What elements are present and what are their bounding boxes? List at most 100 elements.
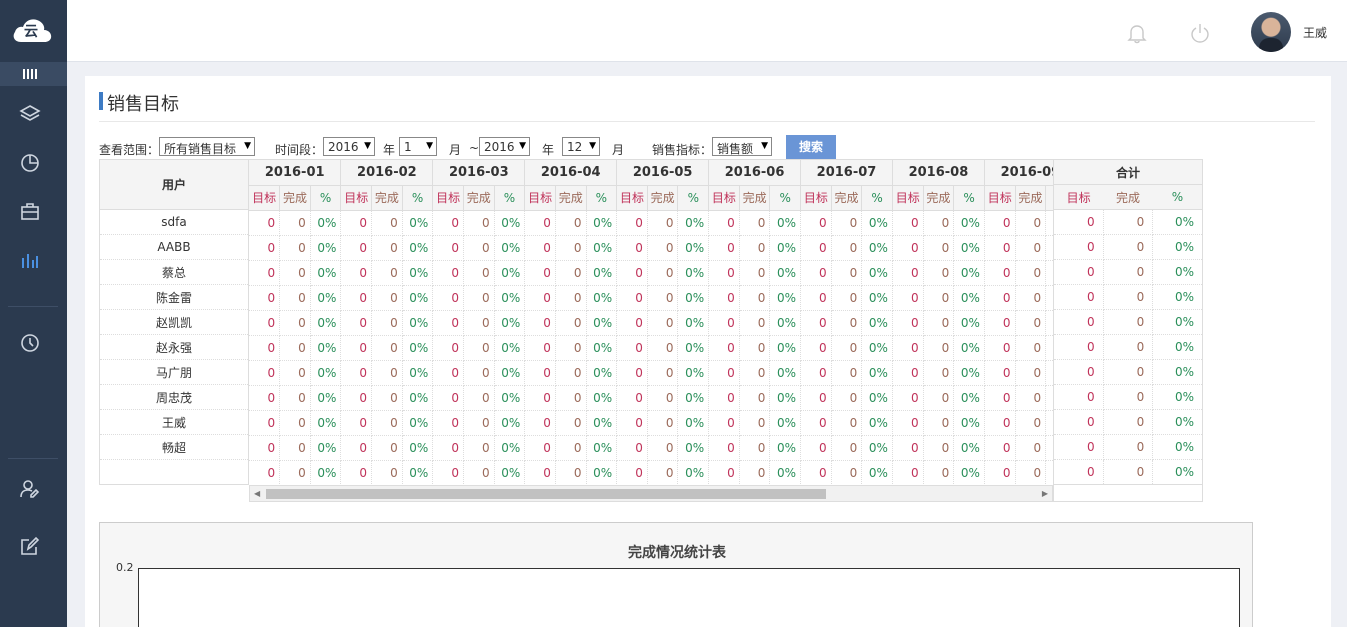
value-cell: 0%: [402, 385, 434, 411]
value-cell: 0: [892, 235, 924, 261]
sub-header: 完成: [739, 185, 771, 211]
value-cell: 0%: [402, 335, 434, 361]
total-cell: 0: [1053, 409, 1104, 435]
value-cell: 0: [555, 410, 587, 436]
chart-plot-area: [138, 568, 1240, 627]
value-cell: 0: [923, 460, 955, 486]
sidebar-toggle[interactable]: [0, 62, 67, 86]
scrollbar-thumb[interactable]: [266, 489, 826, 499]
value-cell: 0: [831, 285, 863, 311]
value-cell: 0: [616, 310, 648, 336]
total-cell: 0: [1103, 359, 1154, 385]
value-cell: 0: [984, 385, 1016, 411]
start-month-select[interactable]: 1: [399, 137, 437, 156]
value-cell: 0: [739, 310, 771, 336]
horizontal-scrollbar[interactable]: ◀ ▶: [249, 485, 1053, 502]
total-table: 合计 目标 完成% 0 0 0% 0 0 0% 0 0 0% 0 0 0% 0 0 0% 0 0 0% 0 0 0% 0 0 0…: [1053, 159, 1203, 485]
value-cell: 0: [249, 460, 281, 486]
value-cell: 0: [432, 210, 464, 236]
value-cell: 0: [524, 360, 556, 386]
total-cell: 0: [1053, 284, 1104, 310]
value-cell: 0%: [586, 335, 618, 361]
power-icon[interactable]: [1189, 22, 1211, 44]
sub-header: %: [1045, 185, 1053, 211]
table-row: 0 0 0%: [1053, 259, 1203, 285]
sidebar: 云: [0, 0, 67, 627]
value-cell: 0: [340, 360, 373, 386]
value-cell: 0: [555, 335, 587, 361]
value-cell: 0: [279, 210, 311, 236]
table-row: sdfa: [99, 209, 249, 235]
value-cell: 0: [708, 360, 740, 386]
value-cell: 0: [739, 360, 771, 386]
value-cell: 0: [555, 435, 587, 461]
month-header: 2016-03: [432, 160, 526, 186]
value-cell: 0: [249, 260, 281, 286]
title-accent-bar: [99, 92, 103, 110]
value-cell: 0: [800, 235, 832, 261]
scroll-left-icon[interactable]: ◀: [254, 489, 260, 498]
sub-header: 目标: [432, 185, 464, 211]
bell-icon[interactable]: [1126, 22, 1148, 44]
value-cell: 0: [555, 235, 587, 261]
end-year-select[interactable]: 2016: [479, 137, 530, 156]
value-cell: 0: [249, 285, 281, 311]
value-cell: 0%: [586, 235, 618, 261]
value-cell: 0: [371, 335, 403, 361]
value-cell: 0%: [494, 310, 526, 336]
value-cell: 0: [524, 335, 556, 361]
bar-chart-icon[interactable]: [19, 249, 41, 271]
value-cell: 0%: [310, 235, 342, 261]
value-cell: 0: [432, 260, 464, 286]
layers-icon[interactable]: [19, 103, 41, 125]
month-table-viewport[interactable]: 2016-01 2016-02 2016-03 2016-04 2016-05 2016-…: [249, 159, 1053, 502]
value-cell: 0: [708, 285, 740, 311]
start-year-select[interactable]: 2016: [323, 137, 375, 156]
value-cell: 0%: [310, 385, 342, 411]
value-cell: 0: [524, 435, 556, 461]
value-cell: 0%: [310, 285, 342, 311]
metric-select[interactable]: 销售额: [712, 137, 772, 156]
value-cell: 0: [647, 435, 679, 461]
user-name-cell: sdfa: [99, 209, 249, 235]
value-cell: 0: [432, 335, 464, 361]
logo[interactable]: 云: [0, 0, 67, 62]
value-cell: 0: [524, 235, 556, 261]
value-cell: 0%: [861, 410, 893, 436]
value-cell: 0: [923, 335, 955, 361]
value-cell: 0: [831, 460, 863, 486]
value-cell: 0%: [310, 335, 342, 361]
user-edit-icon[interactable]: [19, 478, 41, 500]
scroll-right-icon[interactable]: ▶: [1042, 489, 1048, 498]
pie-chart-icon[interactable]: [19, 152, 41, 174]
value-cell: 0: [371, 385, 403, 411]
table-row: 000%000%000%000%000%000%000%000%000%: [249, 310, 1053, 336]
range-select[interactable]: 所有销售目标: [159, 137, 255, 156]
value-cell: 0: [800, 385, 832, 411]
value-cell: 0%: [494, 235, 526, 261]
avatar[interactable]: [1251, 12, 1291, 52]
end-month-select[interactable]: 12: [562, 137, 600, 156]
value-cell: 0%: [953, 235, 985, 261]
edit-icon[interactable]: [19, 535, 41, 557]
user-name-cell: 畅超: [99, 434, 249, 460]
briefcase-icon[interactable]: [19, 200, 41, 222]
search-button[interactable]: 搜索: [786, 135, 836, 159]
sub-header: 完成: [647, 185, 679, 211]
value-cell: 0: [923, 260, 955, 286]
value-cell: 0: [616, 285, 648, 311]
value-cell: 0%: [953, 335, 985, 361]
total-cell: 0: [1103, 459, 1154, 485]
value-cell: 0: [616, 410, 648, 436]
table-row: 0 0 0%: [1053, 284, 1203, 310]
username[interactable]: 王威: [1303, 24, 1327, 41]
value-cell: 0%: [494, 410, 526, 436]
sub-header: %: [402, 185, 434, 211]
value-cell: 0: [831, 310, 863, 336]
value-cell: 0%: [769, 385, 802, 411]
value-cell: 0%: [586, 435, 618, 461]
clock-icon[interactable]: [19, 332, 41, 354]
month-header: 2016-09: [984, 160, 1053, 186]
value-cell: 0%: [310, 310, 342, 336]
value-cell: 0%: [677, 410, 710, 436]
